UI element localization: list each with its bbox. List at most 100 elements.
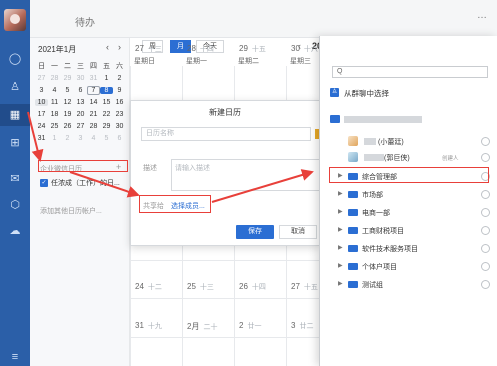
- department-row[interactable]: ▶ 软件技术服务项目: [320, 241, 497, 257]
- select-from-group-chat[interactable]: 从群聊中选择: [344, 88, 389, 99]
- day-cell-label[interactable]: 30 十六: [291, 44, 318, 54]
- calendar-day[interactable]: 11: [48, 99, 61, 106]
- search-input[interactable]: Q: [332, 66, 488, 78]
- calendar-day[interactable]: 28: [48, 75, 61, 82]
- calendar-day[interactable]: 7: [87, 85, 100, 95]
- department-row[interactable]: ▶ 工商财税项目: [320, 223, 497, 239]
- department-radio[interactable]: [481, 208, 490, 217]
- calendar-day[interactable]: 16: [113, 99, 126, 106]
- calendar-checkbox[interactable]: ✓: [40, 179, 48, 187]
- expand-arrow-icon[interactable]: ▶: [338, 190, 343, 197]
- department-radio[interactable]: [481, 244, 490, 253]
- calendar-day[interactable]: 31: [87, 75, 100, 82]
- calendar-day[interactable]: 6: [74, 87, 87, 94]
- calendar-day[interactable]: 23: [113, 111, 126, 118]
- calendar-day[interactable]: 9: [113, 87, 126, 94]
- calendar-day[interactable]: 22: [100, 111, 113, 118]
- workbench-icon[interactable]: ⊞: [8, 136, 22, 150]
- mini-calendar[interactable]: 日一二三四五六 27 28 29 30 31 1 2 3 4 5 6 7 8 9 10 11 12 13 14 15 16…: [35, 60, 130, 144]
- drive-icon[interactable]: ☁: [8, 224, 22, 238]
- department-row[interactable]: ▶ 个体户项目: [320, 259, 497, 275]
- department-radio[interactable]: [481, 280, 490, 289]
- member-radio[interactable]: [481, 153, 490, 162]
- calendar-day[interactable]: 27: [74, 123, 87, 130]
- add-other-account-link[interactable]: 添加其他日历帐户...: [40, 206, 102, 216]
- tab-todo[interactable]: 待办: [75, 14, 95, 29]
- department-row[interactable]: ▶ 市场部: [320, 187, 497, 203]
- expand-arrow-icon[interactable]: ▶: [338, 262, 343, 269]
- calendar-day[interactable]: 2: [113, 75, 126, 82]
- day-cell-label[interactable]: 2月 二十: [187, 321, 217, 332]
- calendar-day[interactable]: 5: [100, 135, 113, 142]
- calendar-day[interactable]: 21: [87, 111, 100, 118]
- day-cell-label[interactable]: 26 十四: [239, 282, 266, 292]
- calendar-day[interactable]: 8: [100, 86, 113, 94]
- calendar-day[interactable]: 13: [74, 99, 87, 106]
- calendar-day[interactable]: 14: [87, 99, 100, 106]
- calendar-day[interactable]: 31: [35, 135, 48, 142]
- calendar-day[interactable]: 10: [35, 98, 48, 106]
- expand-arrow-icon[interactable]: ▶: [338, 208, 343, 215]
- day-number: 2月: [187, 322, 200, 331]
- calendar-day[interactable]: 3: [74, 135, 87, 142]
- calendar-day[interactable]: 12: [61, 99, 74, 106]
- member-row[interactable]: (小蕾廷): [320, 134, 497, 150]
- mail-icon[interactable]: ✉: [8, 172, 22, 186]
- chevron-right-icon[interactable]: ›: [118, 42, 121, 52]
- calendar-day[interactable]: 29: [100, 123, 113, 130]
- calendar-day[interactable]: 25: [48, 123, 61, 130]
- calendar-day[interactable]: 20: [74, 111, 87, 118]
- calendar-day[interactable]: 15: [100, 99, 113, 106]
- calendar-icon[interactable]: ▦: [8, 108, 22, 122]
- chat-icon[interactable]: ◯: [8, 52, 22, 66]
- day-cell-label[interactable]: 2 廿一: [239, 321, 261, 331]
- calendar-day[interactable]: 17: [35, 111, 48, 118]
- calendar-day[interactable]: 27: [35, 75, 48, 82]
- department-row[interactable]: ▶ 测试组: [320, 277, 497, 293]
- calendar-day[interactable]: 30: [113, 123, 126, 130]
- contacts-icon[interactable]: ♙: [8, 80, 22, 94]
- department-row[interactable]: ▶ 电商一部: [320, 205, 497, 221]
- day-cell-label[interactable]: 27 十三: [135, 44, 162, 54]
- calendar-day[interactable]: 1: [100, 75, 113, 82]
- member-row[interactable]: (郭巨侠) 创建人: [320, 150, 497, 166]
- cancel-button[interactable]: 取消: [279, 225, 317, 239]
- department-radio[interactable]: [481, 190, 490, 199]
- day-cell-label[interactable]: 3 廿二: [291, 321, 313, 331]
- calendar-name-field[interactable]: 日历名称: [141, 127, 311, 141]
- day-cell-label[interactable]: 24 十二: [135, 282, 162, 292]
- department-radio[interactable]: [481, 226, 490, 235]
- calendar-day[interactable]: 18: [48, 111, 61, 118]
- day-cell-label[interactable]: 31 十九: [135, 321, 162, 331]
- day-cell-label[interactable]: 28 十四: [187, 44, 214, 54]
- expand-arrow-icon[interactable]: ▶: [338, 280, 343, 287]
- department-radio[interactable]: [481, 262, 490, 271]
- calendar-day[interactable]: 29: [61, 75, 74, 82]
- calendar-day[interactable]: 6: [113, 135, 126, 142]
- more-icon[interactable]: …: [477, 10, 487, 21]
- menu-icon[interactable]: ≡: [8, 350, 22, 364]
- calendar-day[interactable]: 3: [35, 87, 48, 94]
- calendar-day[interactable]: 4: [87, 135, 100, 142]
- calendar-day[interactable]: 28: [87, 123, 100, 130]
- calendar-day[interactable]: 30: [74, 75, 87, 82]
- calendar-day[interactable]: 5: [61, 87, 74, 94]
- doc-icon[interactable]: ⬡: [8, 198, 22, 212]
- save-button[interactable]: 保存: [236, 225, 274, 239]
- day-cell-label[interactable]: 27 十五: [291, 282, 318, 292]
- day-cell-label[interactable]: 29 十五: [239, 44, 266, 54]
- expand-arrow-icon[interactable]: ▶: [338, 226, 343, 233]
- description-field[interactable]: 请输入描述: [171, 159, 321, 191]
- expand-arrow-icon[interactable]: ▶: [338, 244, 343, 251]
- calendar-day[interactable]: 24: [35, 123, 48, 130]
- member-radio[interactable]: [481, 137, 490, 146]
- day-cell-label[interactable]: 25 十三: [187, 282, 214, 292]
- calendar-item-label[interactable]: 任浓成（工作）的日...: [51, 178, 120, 188]
- calendar-day[interactable]: 26: [61, 123, 74, 130]
- calendar-day[interactable]: 19: [61, 111, 74, 118]
- chevron-left-icon[interactable]: ‹: [106, 42, 109, 52]
- calendar-day[interactable]: 1: [48, 135, 61, 142]
- calendar-day[interactable]: 4: [48, 87, 61, 94]
- calendar-day[interactable]: 2: [61, 135, 74, 142]
- avatar[interactable]: [4, 9, 26, 31]
